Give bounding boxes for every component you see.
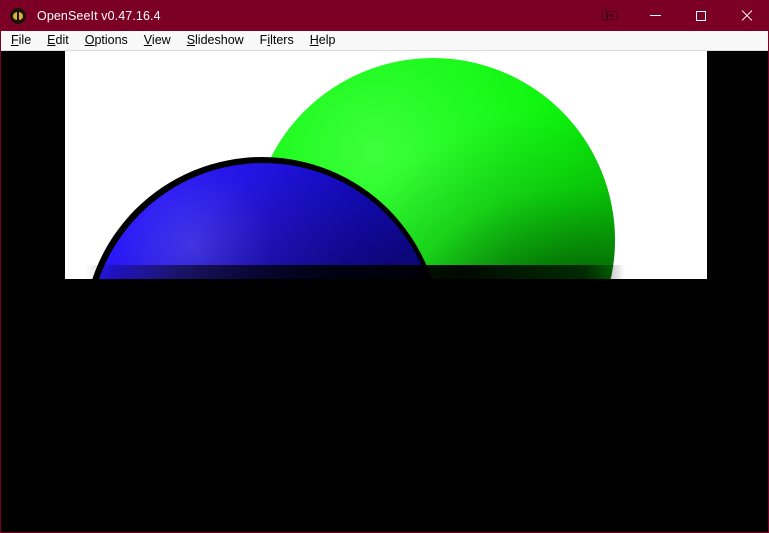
image-viewer-area[interactable] [2,51,768,532]
menu-accel-file: F [11,33,19,47]
menu-item-slideshow[interactable]: Slideshow [179,31,252,50]
window-controls [586,0,768,31]
menu-label-view: iew [151,33,171,47]
screen-front-shape [606,11,617,20]
menu-accel-help: H [309,33,319,47]
ground-plane [65,279,707,292]
dual-screen-icon[interactable] [586,0,632,31]
dual-screen-glyph [601,9,617,22]
menu-accel-options: O [84,33,95,47]
menu-item-filters[interactable]: Filters [252,31,302,50]
menu-label-filters: lters [270,33,294,47]
menu-item-view[interactable]: View [136,31,179,50]
title-bar[interactable]: OpenSeeIt v0.47.16.4 [1,0,768,31]
menu-label-options: ptions [94,33,128,47]
menu-bar: File Edit Options View Slideshow Filters… [1,31,768,51]
close-icon [741,10,753,22]
menu-accel-slideshow: S [186,33,196,47]
menu-accel-view: V [143,33,152,47]
menu-label-edit: dit [55,33,69,47]
menu-label-file: ile [18,33,32,47]
minimize-button[interactable] [632,0,678,31]
application-window: OpenSeeIt v0.47.16.4 File Edit Options V… [0,0,769,533]
menu-label-slideshow: lideshow [195,33,244,47]
maximize-button[interactable] [678,0,724,31]
menu-item-help[interactable]: Help [302,31,344,50]
menu-label-help: elp [318,33,336,47]
menu-item-edit[interactable]: Edit [39,31,77,50]
ground-plane-edge [65,265,707,279]
menu-accel-edit: E [47,33,56,47]
app-logo-icon [10,7,26,24]
menu-item-file[interactable]: File [3,31,39,50]
displayed-image[interactable] [65,51,707,292]
title-bar-left: OpenSeeIt v0.47.16.4 [1,7,161,24]
close-button[interactable] [724,0,768,31]
menu-item-options[interactable]: Options [77,31,136,50]
maximize-icon [696,10,706,21]
window-title: OpenSeeIt v0.47.16.4 [37,8,161,23]
minimize-icon [649,15,661,16]
